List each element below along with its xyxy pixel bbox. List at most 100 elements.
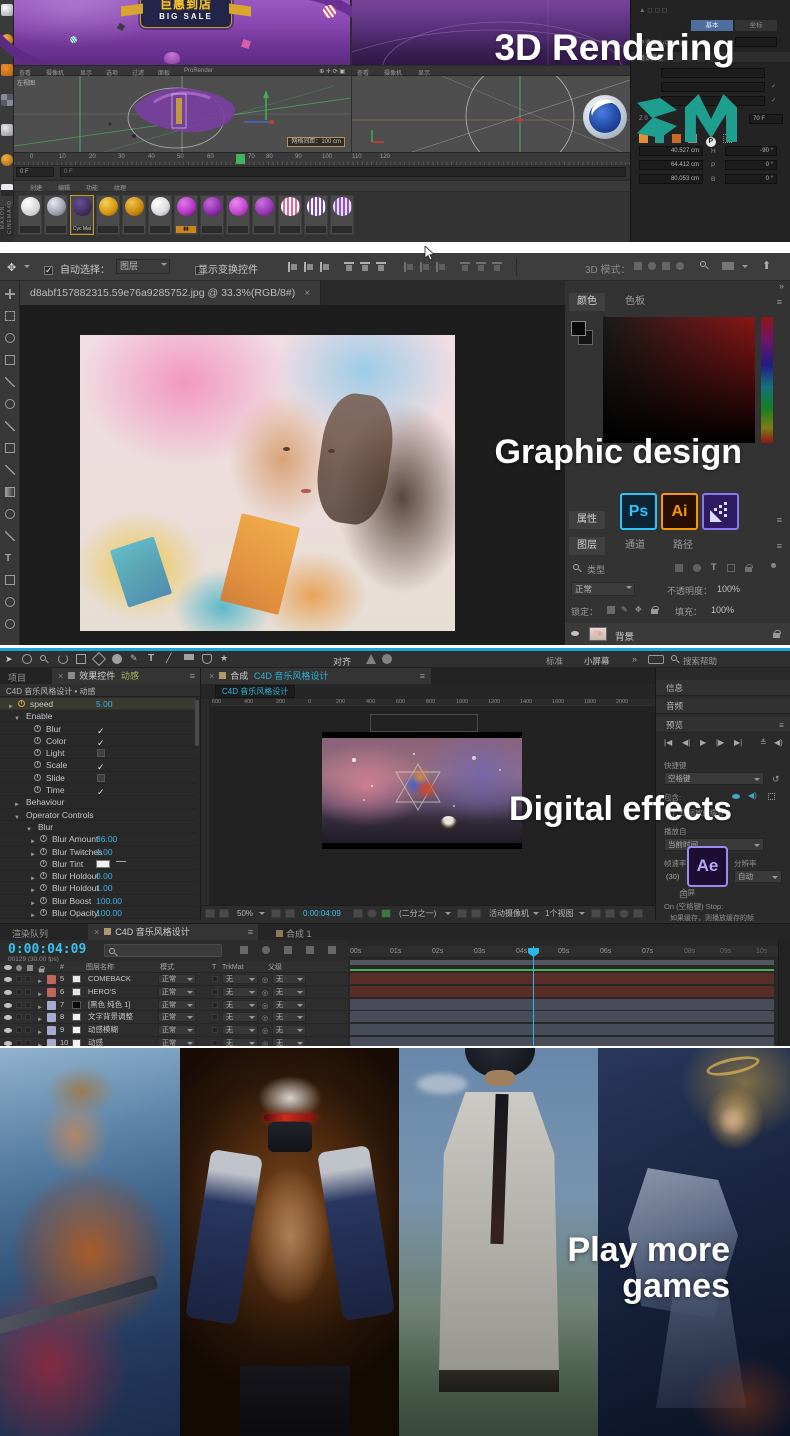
fx-row-blur-tint[interactable]: Blur Tint xyxy=(0,858,196,870)
material-swatch[interactable] xyxy=(200,195,224,235)
tint-color-swatch[interactable] xyxy=(96,860,110,868)
resolution-dropdown[interactable]: 自动 xyxy=(734,870,782,883)
camera-select[interactable]: 活动摄像机 xyxy=(489,906,529,921)
layer-duration-bar[interactable] xyxy=(350,999,774,1010)
layer-name[interactable]: 背景 xyxy=(615,629,634,643)
blend-mode-dropdown[interactable]: 正常 xyxy=(571,582,635,596)
timeline-icon[interactable] xyxy=(619,909,629,918)
fx-row-blur-holdout[interactable]: ►Blur Holdout0.00 xyxy=(0,870,196,882)
pan-tool-icon[interactable] xyxy=(76,654,86,664)
tab-render-queue[interactable]: 渲染队列 xyxy=(12,927,48,940)
tab-channels[interactable]: 通道 xyxy=(617,537,653,555)
pickwhip-icon[interactable]: ◎ xyxy=(262,1039,268,1046)
type-tool-icon[interactable]: T xyxy=(148,653,154,664)
align-left-icon[interactable] xyxy=(288,262,298,272)
timeline-search-input[interactable] xyxy=(104,944,222,957)
zoom-tool-icon[interactable] xyxy=(5,619,15,629)
3d-mode-icon[interactable] xyxy=(676,262,684,270)
layer-color-label[interactable] xyxy=(47,988,56,997)
fx-row-time[interactable]: Time xyxy=(0,784,196,796)
mask-shape-tool-icon[interactable] xyxy=(112,654,122,664)
hide-shy-icon[interactable] xyxy=(284,946,292,954)
menu-item[interactable]: 编辑 xyxy=(58,183,70,192)
viewport-nav-icons[interactable]: ⊕ ✛ ⟳ ▣ xyxy=(319,68,345,75)
distribute-icon[interactable] xyxy=(404,262,414,272)
document-tab[interactable]: d8abf157882315.59e76a9285752.jpg @ 33.3%… xyxy=(20,281,321,305)
puppet-tool-icon[interactable]: ★ xyxy=(220,653,228,664)
timeline-timecode[interactable]: 0:00:04:09 xyxy=(8,942,86,957)
layer-thumbnail[interactable] xyxy=(589,627,607,641)
roi-icon[interactable] xyxy=(457,909,467,918)
type-tool-icon[interactable]: T xyxy=(5,553,15,563)
menu-icon[interactable]: ≡ xyxy=(777,541,782,551)
motion-blur-icon[interactable] xyxy=(328,946,336,954)
eraser-tool-icon[interactable] xyxy=(202,654,212,664)
col-mode[interactable]: 模式 xyxy=(160,962,174,973)
fx-row-speed[interactable]: ►speed5.00 xyxy=(0,698,196,710)
menu-icon[interactable]: ≡ xyxy=(777,515,782,525)
filter-shape-icon[interactable] xyxy=(727,564,735,572)
fx-row-color[interactable]: Color xyxy=(0,735,196,747)
fx-row-behaviour[interactable]: ►Behaviour xyxy=(0,796,196,808)
workspace-standard[interactable]: 标准 xyxy=(546,655,563,667)
work-area-bar[interactable] xyxy=(350,960,774,965)
tab-project[interactable]: 项目 xyxy=(8,671,26,684)
first-frame-button[interactable]: |◀ xyxy=(664,738,672,747)
search-help-label[interactable]: 搜索帮助 xyxy=(683,655,717,667)
table-row[interactable]: ► 10 动感 正常 无 ◎ 无 xyxy=(0,1037,348,1046)
material-swatch[interactable] xyxy=(18,195,42,235)
layer-duration-bar[interactable] xyxy=(350,1024,774,1035)
material-swatch[interactable] xyxy=(148,195,172,235)
material-swatch[interactable] xyxy=(96,195,120,235)
c4d-render-viewport[interactable]: 巨惠到店 BIG SALE xyxy=(14,0,350,65)
coord-deg[interactable]: 0 ° xyxy=(725,160,777,170)
visibility-eye-icon[interactable] xyxy=(4,1015,12,1020)
menu-icon[interactable]: ≡ xyxy=(777,297,782,307)
workspace-small-screen[interactable]: 小屏幕 xyxy=(584,655,610,667)
align-center-icon[interactable] xyxy=(304,262,314,272)
parent-dropdown[interactable]: 无 xyxy=(272,1012,306,1022)
col-num[interactable]: # xyxy=(60,962,64,973)
fps-value[interactable]: (30) xyxy=(666,872,679,881)
stamp-tool-icon[interactable] xyxy=(184,654,194,664)
camera-icon[interactable] xyxy=(353,909,363,918)
axis-icon[interactable] xyxy=(672,134,681,143)
layer-duration-bar[interactable] xyxy=(350,1011,774,1022)
close-icon[interactable]: × xyxy=(209,671,214,681)
fx-row-blur-twitches[interactable]: ►Blur Twitches1.00 xyxy=(0,846,196,858)
color-picker-field[interactable] xyxy=(603,317,755,443)
checkbox-checked-icon[interactable] xyxy=(97,725,105,733)
blend-mode-dropdown[interactable]: 正常 xyxy=(158,1000,196,1010)
tab-paths[interactable]: 路径 xyxy=(665,537,701,555)
mute-button[interactable]: ≛ xyxy=(760,738,767,747)
timeline-graph-area[interactable]: 00s 01s 02s 03s 04s 05s 06s 07s 08s 09s … xyxy=(348,940,778,1046)
camera-capture-icon[interactable] xyxy=(648,655,664,664)
parent-dropdown[interactable]: 无 xyxy=(272,1000,306,1010)
playhead-line[interactable] xyxy=(533,946,534,1046)
eyedropper-tool-icon[interactable] xyxy=(5,377,15,387)
distribute-icon[interactable] xyxy=(420,262,430,272)
filter-image-icon[interactable] xyxy=(675,564,683,572)
blend-mode-dropdown[interactable]: 正常 xyxy=(158,1025,196,1035)
frame-blend-icon[interactable] xyxy=(306,946,314,954)
tab-color[interactable]: 颜色 xyxy=(569,293,605,311)
workspace-icon[interactable] xyxy=(382,654,392,664)
filter-type-icon[interactable]: T xyxy=(711,562,717,572)
trkmat-dropdown[interactable]: 无 xyxy=(222,1000,258,1010)
menu-item[interactable]: 功能 xyxy=(86,183,98,192)
material-swatch[interactable] xyxy=(278,195,302,235)
lock-move-icon[interactable]: ✥ xyxy=(635,605,642,614)
speaker-icon[interactable]: ◀) xyxy=(774,738,783,747)
panel-info[interactable]: 信息 xyxy=(656,680,790,696)
menu-icon[interactable]: ≡ xyxy=(190,668,195,684)
coord-value[interactable]: 80.053 cm xyxy=(639,174,703,184)
material-swatch[interactable] xyxy=(226,195,250,235)
trkmat-dropdown[interactable]: 无 xyxy=(222,987,258,997)
foreground-color-swatch[interactable] xyxy=(571,321,586,336)
checkbox-checked-icon[interactable] xyxy=(97,737,105,745)
chevron-down-icon[interactable] xyxy=(24,265,30,271)
lock-all-icon[interactable] xyxy=(651,609,658,614)
material-swatch[interactable] xyxy=(330,195,354,235)
include-video-icon[interactable] xyxy=(732,794,740,799)
attr-field[interactable] xyxy=(661,82,765,92)
